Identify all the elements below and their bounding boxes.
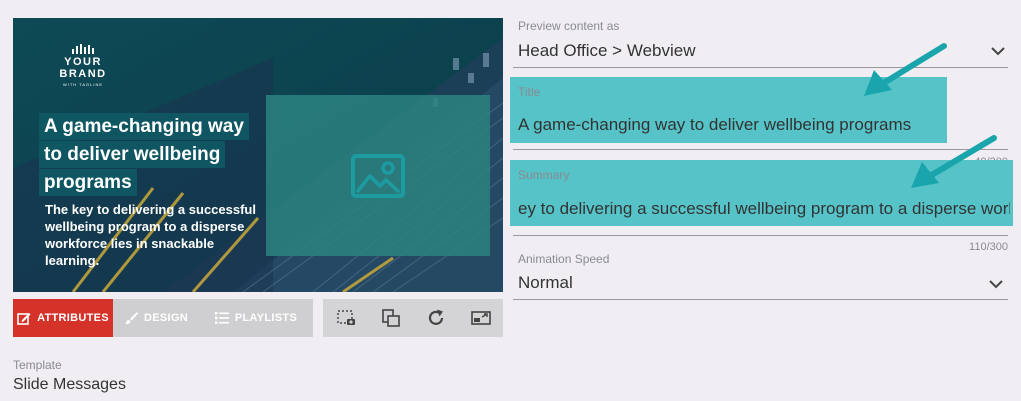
headline-line: programs: [39, 169, 137, 196]
chevron-down-icon[interactable]: [990, 43, 1006, 59]
slide-headline: A game-changing way to deliver wellbeing…: [39, 113, 279, 197]
tab-label: DESIGN: [144, 312, 188, 324]
title-label: Title: [518, 85, 541, 99]
list-icon: [214, 312, 229, 324]
building-logo-icon: [39, 44, 127, 54]
tab-label: PLAYLISTS: [234, 312, 298, 324]
headline-line: A game-changing way: [39, 113, 249, 140]
refresh-tool-button[interactable]: [421, 303, 451, 333]
tab-attributes[interactable]: ATTRIBUTES: [13, 299, 113, 337]
summary-char-counter: 110/300: [969, 241, 1008, 253]
preview-as-label: Preview content as: [518, 19, 620, 33]
resize-icon: [470, 311, 491, 325]
template-label: Template: [13, 358, 62, 372]
animation-speed-underline: [513, 299, 1008, 300]
brand-name: YOUR BRAND: [59, 56, 107, 80]
summary-underline: [513, 235, 1008, 236]
annotation-arrow-icon: [864, 43, 947, 96]
brand-logo: YOUR BRAND WITH TAGLINE: [39, 44, 127, 87]
image-placeholder[interactable]: [266, 95, 490, 256]
headline-line: to deliver wellbeing: [39, 141, 226, 168]
refresh-icon: [428, 309, 443, 325]
summary-input[interactable]: ey to delivering a successful wellbeing …: [518, 199, 1010, 219]
image-icon: [351, 153, 405, 198]
template-value: Slide Messages: [13, 376, 126, 393]
chevron-down-icon[interactable]: [988, 276, 1004, 292]
crop-screenshot-icon: [336, 310, 355, 325]
tab-design[interactable]: DESIGN: [113, 299, 199, 337]
summary-label: Summary: [518, 168, 570, 182]
annotation-arrow-icon: [911, 135, 997, 188]
animation-speed-select[interactable]: Normal: [518, 273, 978, 293]
layers-tool-button[interactable]: [376, 303, 406, 333]
slide-preview: YOUR BRAND WITH TAGLINE A game-changing …: [13, 18, 503, 292]
brush-icon: [125, 312, 138, 325]
capture-tool-button[interactable]: [331, 303, 361, 333]
tab-label: ATTRIBUTES: [37, 312, 109, 324]
preview-tools: [323, 299, 503, 337]
brand-tagline: WITH TAGLINE: [62, 82, 104, 87]
layers-icon: [381, 309, 400, 327]
tab-playlists[interactable]: PLAYLISTS: [199, 299, 313, 337]
resize-tool-button[interactable]: [466, 303, 496, 333]
slide-subline: The key to delivering a successful wellb…: [45, 202, 256, 268]
animation-speed-label: Animation Speed: [518, 252, 610, 266]
preview-tabs: ATTRIBUTES DESIGN PLAYLISTS: [13, 299, 313, 337]
title-input[interactable]: A game-changing way to deliver wellbeing…: [518, 115, 946, 135]
edit-icon: [17, 313, 31, 325]
